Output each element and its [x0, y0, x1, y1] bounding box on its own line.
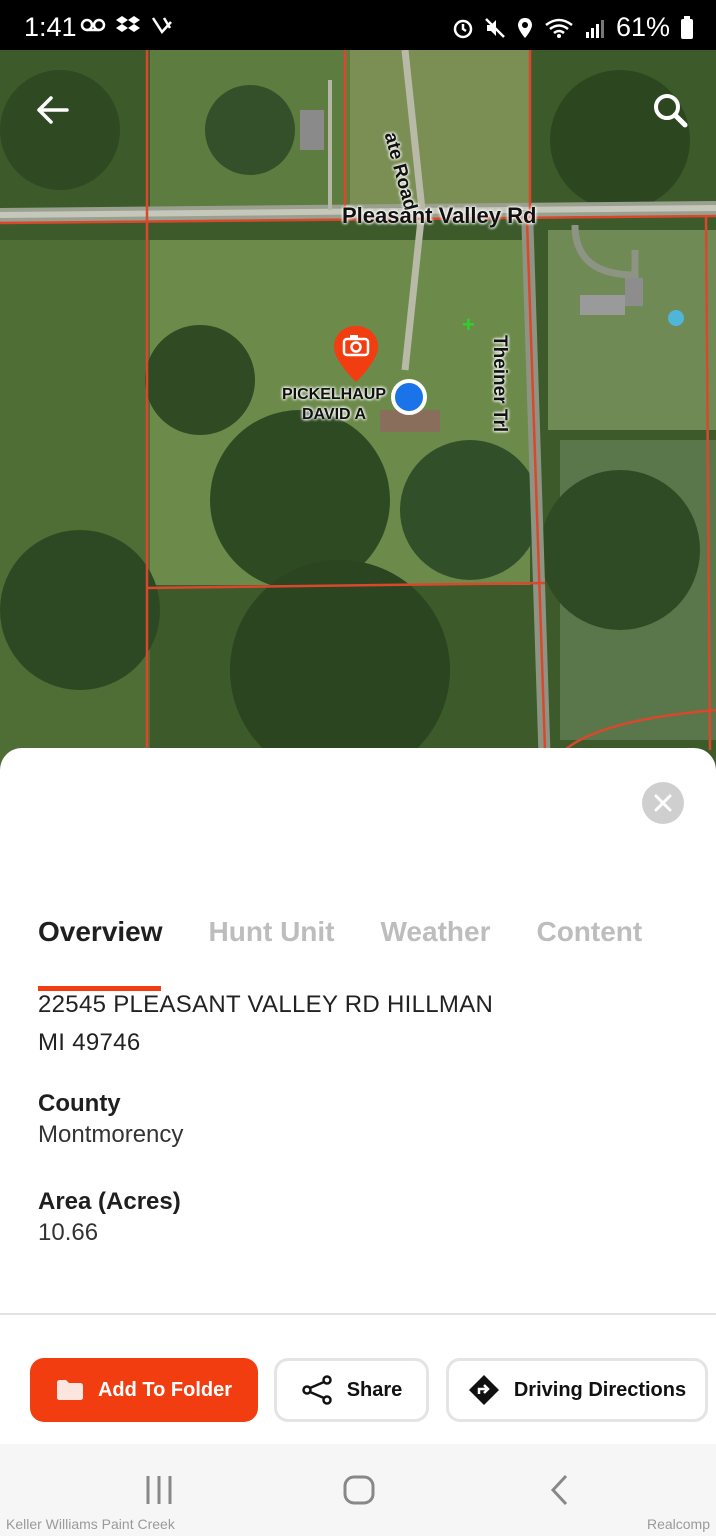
wifi-icon: [545, 18, 573, 38]
parcel-owner-label: PICKELHAUP DAVID A: [282, 385, 386, 425]
tab-content[interactable]: Content: [536, 916, 642, 948]
driving-directions-button[interactable]: Driving Directions: [446, 1358, 708, 1422]
system-nav-bar: Keller Williams Paint Creek Realcomp: [0, 1444, 716, 1536]
county-label: County: [38, 1090, 121, 1117]
status-left-icons: [80, 14, 174, 36]
add-to-folder-label: Add To Folder: [97, 1378, 233, 1401]
camera-pin[interactable]: [332, 324, 380, 389]
tab-weather[interactable]: Weather: [381, 916, 491, 948]
driving-directions-label: Driving Directions: [513, 1378, 687, 1401]
watermark-right: Realcomp: [646, 1516, 710, 1532]
battery-icon: [681, 15, 693, 39]
status-right: 61%: [452, 12, 694, 43]
battery-percent: 61%: [615, 12, 670, 42]
parcel-bottom-sheet: Overview Hunt Unit Weather Content 22545…: [0, 748, 716, 1536]
share-label: Share: [346, 1378, 403, 1401]
voicemail-icon: [80, 18, 106, 32]
home-icon[interactable]: [342, 1472, 376, 1508]
owner-label-line1: PICKELHAUP: [282, 386, 387, 403]
signal-icon: [585, 19, 604, 38]
add-to-folder-button[interactable]: Add To Folder: [30, 1358, 258, 1422]
road-label-pleasant-valley: Pleasant Valley Rd: [342, 203, 537, 228]
parcel-address: 22545 PLEASANT VALLEY RD HILLMAN MI 4974…: [38, 986, 638, 1062]
owner-label-line2: DAVID A: [302, 406, 366, 423]
tab-bar: Overview Hunt Unit Weather Content: [38, 916, 642, 948]
location-dot: [391, 379, 427, 415]
divider: [0, 1313, 716, 1315]
share-icon: [301, 1375, 332, 1405]
nav-back-icon[interactable]: [548, 1472, 572, 1508]
status-bar: 1:41 61%: [0, 0, 716, 50]
recent-apps-icon[interactable]: [144, 1472, 174, 1508]
satellite-map[interactable]: ate Road Pleasant Valley Rd Theiner Trl …: [0, 50, 716, 770]
location-icon: [517, 17, 532, 38]
tab-hunt-unit[interactable]: Hunt Unit: [209, 916, 335, 948]
back-arrow-icon: [37, 96, 69, 124]
back-button[interactable]: [28, 86, 76, 134]
road-label-theiner: Theiner Trl: [489, 335, 510, 433]
close-icon: [654, 794, 672, 812]
notification-icon: [151, 17, 172, 35]
area-label: Area (Acres): [38, 1188, 181, 1215]
folder-icon: [56, 1380, 83, 1400]
camera-pin-icon: [334, 326, 378, 382]
address-line2: MI 49746: [38, 1029, 141, 1056]
directions-icon: [468, 1375, 499, 1405]
close-button[interactable]: [642, 782, 684, 824]
watermark-left: Keller Williams Paint Creek: [6, 1516, 175, 1532]
mute-icon: [485, 17, 505, 38]
county-value: Montmorency: [38, 1121, 184, 1148]
dropbox-icon: [116, 16, 140, 32]
status-time: 1:41: [24, 12, 77, 42]
share-button[interactable]: Share: [274, 1358, 429, 1422]
address-line1: 22545 PLEASANT VALLEY RD HILLMAN: [38, 991, 494, 1018]
tab-overview[interactable]: Overview: [38, 916, 163, 948]
area-value: 10.66: [38, 1219, 99, 1246]
search-icon: [654, 94, 688, 128]
crosshair-icon: +: [462, 312, 475, 337]
alarm-icon: [453, 19, 473, 38]
search-button[interactable]: [646, 86, 694, 134]
